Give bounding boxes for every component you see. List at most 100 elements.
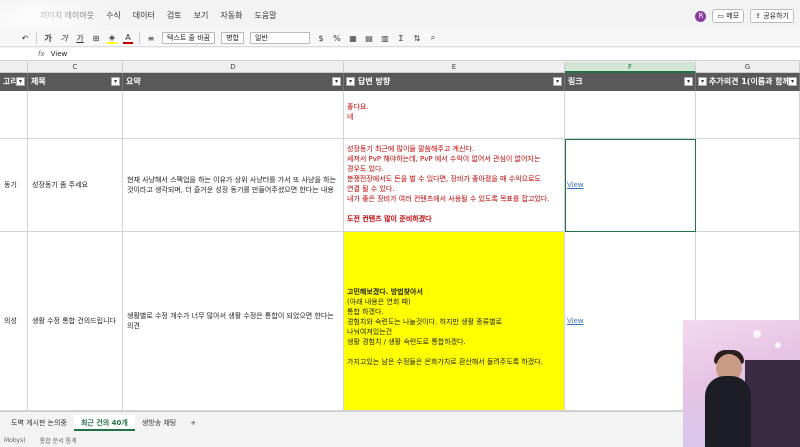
column-header-f[interactable]: F bbox=[565, 62, 696, 73]
align-icon[interactable]: ≡ bbox=[146, 34, 156, 43]
column-header-g[interactable]: G bbox=[696, 62, 800, 73]
column-header-d[interactable]: D bbox=[123, 62, 344, 73]
filter-dropdown-icon[interactable]: ▾ bbox=[346, 77, 355, 86]
answer-line: 성장동기 최근에 많이들 말씀해주고 계신다. bbox=[347, 145, 475, 153]
bold-button[interactable]: 가 bbox=[43, 33, 53, 44]
menu-automate[interactable]: 자동화 bbox=[220, 10, 242, 21]
table-cell[interactable] bbox=[123, 91, 344, 139]
webcam-light bbox=[775, 342, 781, 348]
menu-data[interactable]: 데이터 bbox=[133, 10, 155, 21]
table-cell[interactable] bbox=[696, 91, 800, 139]
undo-icon[interactable]: ↶ bbox=[20, 34, 30, 43]
answer-line: 연결 될 수 있다. bbox=[347, 185, 395, 193]
header-answer: ▾ 답변 방향 ▾ bbox=[344, 73, 565, 91]
view-link[interactable]: View bbox=[567, 316, 584, 326]
webcam-person-body bbox=[705, 376, 751, 447]
fill-color-icon[interactable]: ◈ bbox=[107, 33, 117, 44]
share-label: 공유하기 bbox=[763, 12, 789, 20]
menu-page-layout[interactable]: 페이지 레이아웃 bbox=[40, 10, 94, 21]
summary-text: 현재 사냥해서 스펙업을 하는 이유가 상위 사냥터를 가서 또 사냥을 하는 … bbox=[127, 176, 337, 194]
ribbon-separator bbox=[36, 32, 37, 44]
ribbon-separator bbox=[139, 32, 140, 44]
menu-help[interactable]: 도움말 bbox=[254, 10, 276, 21]
title-text: 성장동기 좀 주세요 bbox=[32, 181, 88, 189]
filter-dropdown-icon[interactable]: ▾ bbox=[16, 77, 25, 86]
merge-button[interactable]: 병합 bbox=[221, 32, 244, 44]
answer-line: 네 bbox=[347, 113, 354, 121]
user-avatar[interactable]: R bbox=[695, 10, 707, 22]
currency-button[interactable]: $ bbox=[316, 34, 326, 43]
filter-dropdown-icon[interactable]: ▾ bbox=[111, 77, 120, 86]
category-text: 의성 bbox=[4, 317, 17, 325]
wrap-text-button[interactable]: 텍스트 줄 바꿈 bbox=[162, 32, 216, 44]
column-header-e[interactable]: E bbox=[344, 62, 565, 73]
filter-dropdown-icon[interactable]: ▾ bbox=[332, 77, 341, 86]
table-cell[interactable] bbox=[696, 139, 800, 232]
conditional-format-icon[interactable]: ▦ bbox=[348, 34, 358, 43]
link-cell[interactable]: View bbox=[565, 232, 696, 411]
answer-line: 나눠여져있는건 bbox=[347, 328, 393, 336]
header-link-label: 링크 bbox=[568, 77, 583, 86]
fx-icon: fx bbox=[38, 50, 45, 58]
sheet-tab-recent[interactable]: 최근 건의 40개 bbox=[73, 414, 135, 431]
menu-formulas[interactable]: 수식 bbox=[106, 10, 121, 21]
formula-input[interactable]: View bbox=[51, 50, 68, 58]
font-color-icon[interactable]: A bbox=[123, 33, 133, 44]
formula-bar: fx View bbox=[0, 48, 800, 61]
category-cell[interactable]: 의성 bbox=[0, 232, 28, 411]
italic-button[interactable]: 가 bbox=[59, 33, 69, 44]
view-link[interactable]: View bbox=[567, 180, 584, 190]
answer-cell[interactable]: 고민해보겠다. 방법찾아서 (아래 내용은 연회 때) 통합 하겠다. 경험치와… bbox=[344, 232, 565, 411]
header-link: 링크 ▾ bbox=[565, 73, 696, 91]
answer-line bbox=[347, 347, 561, 357]
table-cell[interactable] bbox=[28, 91, 123, 139]
borders-icon[interactable]: ⊞ bbox=[91, 34, 101, 43]
table-cell[interactable] bbox=[0, 91, 28, 139]
answer-bold-line: 고민해보겠다. 방법찾아서 bbox=[347, 288, 423, 296]
percent-button[interactable]: % bbox=[332, 34, 342, 43]
title-cell[interactable]: 생활 수정 통합 건의드립니다 bbox=[28, 232, 123, 411]
status-bar: Mobys) 통합 문서 통계 bbox=[0, 433, 800, 447]
summary-cell[interactable]: 생활별로 수정 개수가 너무 많아서 생활 수정은 통합이 되었으면 한다는 의… bbox=[123, 232, 344, 411]
filter-dropdown-icon[interactable]: ▾ bbox=[788, 77, 797, 86]
answer-line: 세져서 PvP 해야하는데, PvP 에서 수익이 없어서 관심이 없어지는 bbox=[347, 155, 541, 163]
answer-line: 분쟁전장에서도 돈을 벌 수 있다면, 장비가 좋아졌을 때 수익으로도 bbox=[347, 175, 541, 183]
column-header-b[interactable] bbox=[0, 62, 28, 73]
sort-filter-icon[interactable]: ⇅ bbox=[412, 34, 422, 43]
status-left-text: Mobys) bbox=[4, 436, 26, 444]
answer-cell[interactable]: 좋다요. 네 bbox=[344, 91, 565, 139]
sum-icon[interactable]: Σ bbox=[396, 34, 406, 43]
find-icon[interactable]: ⌕ bbox=[428, 33, 438, 43]
header-title: 제목 ▾ bbox=[28, 73, 123, 91]
cell-styles-icon[interactable]: ▥ bbox=[380, 34, 390, 43]
answer-bold-line: 도전 컨텐츠 많이 준비하겠다 bbox=[347, 215, 432, 223]
header-category: 고리 ▾ bbox=[0, 73, 28, 91]
answer-line: 내가 좋은 장비가 여러 컨텐츠에서 사용될 수 있도록 목표를 잡고있다. bbox=[347, 195, 550, 203]
add-sheet-button[interactable]: + bbox=[183, 415, 203, 431]
share-button[interactable]: ⇪ 공유하기 bbox=[750, 9, 794, 23]
category-cell[interactable]: 동기 bbox=[0, 139, 28, 232]
filter-dropdown-icon[interactable]: ▾ bbox=[684, 77, 693, 86]
answer-line: 통합 하겠다. bbox=[347, 308, 384, 316]
filter-dropdown-icon[interactable]: ▾ bbox=[553, 77, 562, 86]
number-format-select[interactable]: 일반 bbox=[249, 32, 310, 44]
comment-icon: ▭ bbox=[717, 12, 727, 20]
webcam-light bbox=[753, 330, 761, 338]
sheet-tab-board[interactable]: 도벽 게시판 논의중 bbox=[4, 415, 74, 431]
title-cell[interactable]: 성장동기 좀 주세요 bbox=[28, 139, 123, 232]
menu-view[interactable]: 보기 bbox=[194, 10, 209, 21]
comments-button[interactable]: ▭ 메모 bbox=[712, 9, 745, 23]
underline-button[interactable]: 가 bbox=[75, 33, 85, 44]
summary-cell[interactable]: 현재 사냥해서 스펙업을 하는 이유가 상위 사냥터를 가서 또 사냥을 하는 … bbox=[123, 139, 344, 232]
answer-cell[interactable]: 성장동기 최근에 많이들 말씀해주고 계신다. 세져서 PvP 해야하는데, P… bbox=[344, 139, 565, 232]
header-title-label: 제목 bbox=[31, 77, 46, 86]
link-cell[interactable]: View bbox=[565, 139, 696, 232]
workbook-stats-button[interactable]: 통합 문서 통계 bbox=[40, 436, 77, 445]
sheet-tab-chat[interactable]: 생방송 채팅 bbox=[135, 415, 183, 431]
table-cell[interactable] bbox=[565, 91, 696, 139]
header-summary-label: 요약 bbox=[126, 77, 141, 86]
filter-dropdown-icon[interactable]: ▾ bbox=[698, 77, 707, 86]
menu-review[interactable]: 검토 bbox=[167, 10, 182, 21]
column-header-c[interactable]: C bbox=[28, 62, 123, 73]
table-format-icon[interactable]: ▤ bbox=[364, 34, 374, 43]
